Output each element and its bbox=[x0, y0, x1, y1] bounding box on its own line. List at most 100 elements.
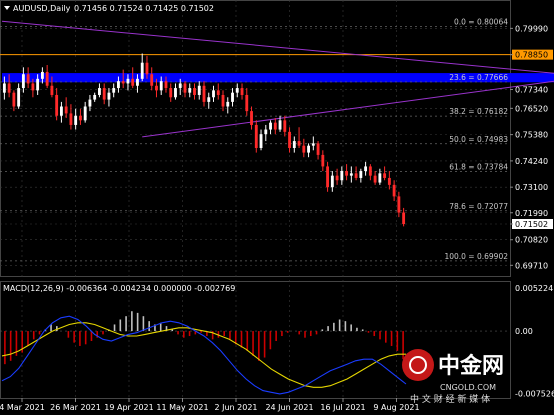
candle-body bbox=[264, 129, 268, 135]
candle-body bbox=[26, 74, 30, 84]
fib-label: 38.2 = 0.76182 bbox=[449, 107, 508, 116]
candle-body bbox=[2, 83, 6, 93]
candle-body bbox=[221, 94, 225, 107]
fib-label: 0.0 = 0.80064 bbox=[454, 18, 508, 27]
candle-body bbox=[131, 78, 135, 86]
price-tick-label: 0.71990 bbox=[515, 209, 548, 218]
candle-body bbox=[387, 177, 391, 185]
candle-body bbox=[88, 99, 92, 107]
candle-body bbox=[378, 173, 382, 183]
candle-body bbox=[302, 145, 306, 153]
candle-body bbox=[193, 88, 196, 95]
candle-body bbox=[74, 115, 78, 125]
candle-body bbox=[259, 134, 263, 148]
candle-body bbox=[335, 175, 339, 181]
candle-body bbox=[297, 141, 301, 146]
price-tick-label: 0.75380 bbox=[515, 131, 548, 140]
candle-body bbox=[174, 88, 177, 98]
macd-tick-label: 0.005224 bbox=[515, 284, 553, 293]
cngold-logo-icon bbox=[402, 349, 434, 381]
candle-body bbox=[373, 175, 377, 183]
price-tick-label: 0.78850 bbox=[515, 51, 548, 60]
candle-body bbox=[178, 83, 182, 89]
candle-body bbox=[212, 90, 215, 98]
time-tick-label: 24 Jun 2021 bbox=[265, 403, 313, 412]
candle-body bbox=[231, 92, 234, 102]
candle-body bbox=[254, 124, 258, 148]
candle-body bbox=[93, 94, 97, 100]
candle-body bbox=[12, 92, 16, 107]
watermark-domain: CNGOLD.COM bbox=[440, 383, 496, 392]
candle-body bbox=[392, 184, 396, 197]
candle-body bbox=[112, 88, 116, 93]
price-tick-label: 0.74240 bbox=[515, 157, 548, 166]
candle-body bbox=[207, 97, 211, 102]
candle-body bbox=[283, 120, 287, 132]
candle-body bbox=[269, 122, 272, 130]
candle-body bbox=[226, 101, 230, 107]
candle-body bbox=[136, 78, 139, 86]
symbol-label: AUDUSD,Daily bbox=[13, 4, 71, 13]
candle-body bbox=[55, 94, 59, 116]
macd-tick-label: 0.00 bbox=[515, 327, 533, 336]
candle-body bbox=[340, 171, 344, 181]
audusd-chart[interactable]: 0.0 = 0.80064 23.6 = 0.77666 38.2 = 0.7618… bbox=[0, 0, 554, 415]
time-tick-label: 26 Mar 2021 bbox=[50, 403, 101, 412]
candle-body bbox=[250, 111, 253, 125]
candle-body bbox=[311, 143, 315, 146]
fib-label: 61.8 = 0.73784 bbox=[449, 162, 508, 171]
candle-body bbox=[36, 78, 40, 91]
candle-body bbox=[98, 88, 101, 95]
candle-body bbox=[126, 78, 130, 84]
candle-body bbox=[402, 212, 406, 225]
candle-body bbox=[140, 62, 144, 79]
price-tick-label: 0.70820 bbox=[515, 236, 548, 245]
candle-body bbox=[288, 131, 291, 148]
candle-body bbox=[7, 83, 11, 93]
ohlc-values: 0.71456 0.71524 0.71425 0.71502 bbox=[74, 4, 214, 13]
candle-body bbox=[321, 154, 325, 167]
candle-body bbox=[17, 88, 21, 107]
candle-body bbox=[155, 85, 158, 91]
time-tick-label: 19 Apr 2021 bbox=[104, 403, 153, 412]
macd-header: MACD(12,26,9) -0.006364 -0.004234 0.0000… bbox=[3, 284, 235, 293]
price-tick-label: 0.77340 bbox=[515, 85, 548, 94]
candle-body bbox=[121, 81, 125, 84]
candle-body bbox=[330, 175, 334, 188]
candle-body bbox=[164, 81, 168, 89]
price-tick-label: 0.76520 bbox=[515, 104, 548, 113]
candle-body bbox=[83, 106, 87, 121]
price-tick-label: 0.79990 bbox=[515, 24, 548, 33]
macd-tick-label: -0.007526 bbox=[515, 389, 554, 398]
candle-body bbox=[50, 85, 54, 95]
candle-body bbox=[188, 88, 192, 93]
watermark-tagline: 中 文 财 经 新 媒 体 bbox=[410, 393, 490, 405]
candle-body bbox=[326, 166, 330, 188]
time-tick-label: 4 Mar 2021 bbox=[0, 403, 45, 412]
fib-label: 50.0 = 0.74983 bbox=[449, 135, 508, 144]
candle-body bbox=[240, 88, 244, 95]
price-tick-label: 0.69710 bbox=[515, 261, 548, 270]
fib-label: 100.0 = 0.69902 bbox=[444, 252, 508, 261]
candle-body bbox=[278, 120, 282, 130]
candle-body bbox=[273, 122, 277, 130]
candle-body bbox=[364, 166, 368, 172]
candle-body bbox=[359, 171, 363, 178]
candle-body bbox=[21, 74, 25, 89]
candle-body bbox=[292, 141, 296, 148]
time-tick-label: 11 May 2021 bbox=[156, 403, 208, 412]
candle-body bbox=[397, 196, 401, 213]
candle-body bbox=[235, 88, 239, 93]
candle-body bbox=[150, 74, 154, 86]
price-tick-label: 0.73100 bbox=[515, 183, 548, 192]
candle-body bbox=[349, 173, 353, 176]
candle-body bbox=[40, 71, 44, 79]
candle-body bbox=[245, 94, 249, 112]
price-tick-label: 0.71502 bbox=[515, 220, 548, 229]
candle-body bbox=[59, 106, 63, 116]
time-tick-label: 2 Jun 2021 bbox=[214, 403, 257, 412]
candle-body bbox=[102, 88, 106, 100]
candle-body bbox=[316, 143, 320, 155]
candle-body bbox=[117, 81, 120, 89]
candle-body bbox=[145, 62, 149, 75]
